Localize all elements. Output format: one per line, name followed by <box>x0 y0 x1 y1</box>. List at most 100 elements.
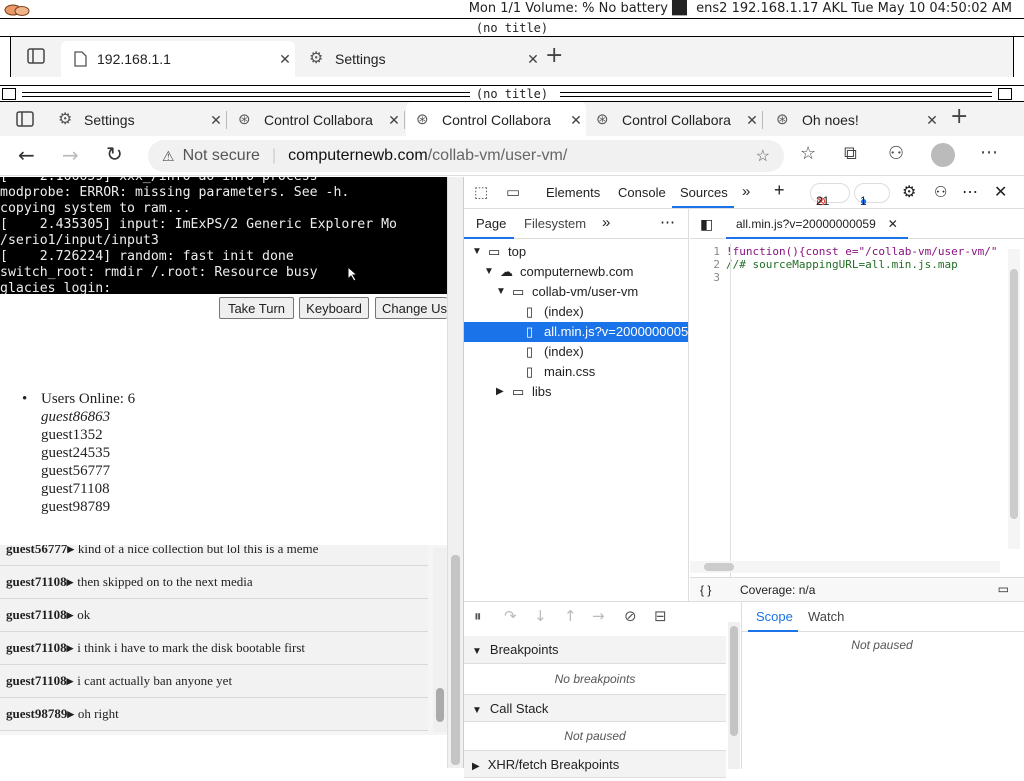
inner-tab-collab-active[interactable]: ⊛ Control Collabora ✕ <box>406 102 586 138</box>
pretty-print-button[interactable]: { } <box>700 583 711 597</box>
maximize-icon[interactable] <box>998 88 1012 100</box>
terminal-line: glacies login: <box>0 281 112 294</box>
inner-tab-collab-3[interactable]: ⊛ Control Collabora ✕ <box>586 102 763 138</box>
step-out-icon[interactable]: ↑ <box>564 607 577 625</box>
close-icon[interactable]: ✕ <box>742 112 762 129</box>
debugger-scrollbar[interactable] <box>728 622 740 769</box>
tree-file[interactable]: ▯ main.css <box>464 362 688 382</box>
keyboard-button[interactable]: Keyboard <box>299 297 369 319</box>
line-number: 1 <box>713 245 720 258</box>
sandals-icon[interactable] <box>4 2 30 17</box>
tab-watch[interactable]: Watch <box>808 609 844 624</box>
forward-icon[interactable]: → <box>62 143 79 167</box>
inner-tab-settings[interactable]: ⚙ Settings ✕ <box>48 102 227 138</box>
status-text: Mon 1/1 Volume: % No battery █▌ ens2 192… <box>468 1 1012 16</box>
system-status-bar: Mon 1/1 Volume: % No battery █▌ ens2 192… <box>0 0 1024 19</box>
pause-icon[interactable]: ⏸ <box>474 607 482 625</box>
nav-tab-filesystem[interactable]: Filesystem <box>524 216 586 231</box>
inner-tab-collab-1[interactable]: ⊛ Control Collabora ✕ <box>228 102 405 138</box>
nav-tab-page[interactable]: Page <box>476 216 506 231</box>
add-favorite-icon[interactable]: ☆ <box>756 146 770 166</box>
page-scrollbar[interactable] <box>447 177 463 768</box>
close-icon[interactable]: ✕ <box>523 51 543 68</box>
tree-node-folder[interactable]: ▼ ▭ collab-vm/user-vm <box>464 282 688 302</box>
collections-icon[interactable]: ⧉ <box>844 143 857 164</box>
tree-node-domain[interactable]: ▼ ☁ computernewb.com <box>464 262 688 282</box>
page-scroll-thumb[interactable] <box>451 555 460 765</box>
pause-on-exceptions-icon[interactable]: ⊟ <box>654 607 667 625</box>
outer-tab-192[interactable]: 192.168.1.1 ✕ <box>61 41 295 77</box>
tree-file[interactable]: ▯ (index) <box>464 342 688 362</box>
chat-scrollbar[interactable] <box>433 548 447 732</box>
errors-badge[interactable]: ⊗ 21 <box>810 183 850 208</box>
chat-scroll-thumb[interactable] <box>436 688 444 722</box>
inner-window-title: (no title) <box>469 87 555 101</box>
close-devtools-icon[interactable]: ✕ <box>994 182 1007 202</box>
tree-node-top[interactable]: ▼ ▭ top <box>464 242 688 262</box>
navigator-menu-icon[interactable]: ⋯ <box>660 213 675 231</box>
tree-file-selected[interactable]: ▯ all.min.js?v=20000000059 <box>464 322 695 342</box>
extensions-icon[interactable]: ⚇ <box>888 143 904 164</box>
security-label: Not secure <box>182 147 260 164</box>
change-username-button[interactable]: Change Us <box>375 297 447 319</box>
more-tabs-icon[interactable]: » <box>602 214 610 231</box>
take-turn-button[interactable]: Take Turn <box>219 297 294 319</box>
call-stack-section[interactable]: ▼ Call Stack <box>464 694 726 722</box>
close-icon[interactable]: ✕ <box>384 112 404 129</box>
chat-message: guest71108▸ ok <box>0 599 428 632</box>
favorites-icon[interactable]: ☆ <box>800 143 816 164</box>
tab-sources[interactable]: Sources <box>680 185 728 200</box>
back-icon[interactable]: ← <box>18 143 35 167</box>
step-over-icon[interactable]: ↷ <box>504 607 517 625</box>
tree-node-libs[interactable]: ▶ ▭ libs <box>464 382 688 402</box>
new-tab-icon[interactable]: + <box>950 104 968 129</box>
scope-status-text: Not paused <box>851 638 913 652</box>
step-into-icon[interactable]: ↓ <box>534 607 547 625</box>
more-tabs-icon[interactable]: » <box>742 183 750 200</box>
settings-gear-icon[interactable]: ⚙ <box>902 182 916 202</box>
close-icon[interactable]: ✕ <box>206 112 226 129</box>
sources-navigator: Page Filesystem » ⋯ ▼ ▭ top ▼ ☁ computernewb… <box>464 209 695 601</box>
refresh-icon[interactable]: ↻ <box>106 142 123 166</box>
vm-screen[interactable]: [ 2.166659] xxx_/info ao info processmod… <box>0 177 447 294</box>
new-tab-icon[interactable]: + <box>545 43 563 68</box>
deactivate-breakpoints-icon[interactable]: ⊘ <box>624 607 637 625</box>
close-icon[interactable]: ✕ <box>922 112 942 129</box>
close-icon[interactable]: ✕ <box>566 112 586 129</box>
close-icon[interactable]: ✕ <box>888 217 898 231</box>
chat-username: guest98789▸ <box>6 706 74 721</box>
chat-username: guest71108▸ <box>6 673 74 688</box>
terminal-line: /serio1/input/input3 <box>0 233 159 248</box>
chat-username: guest71108▸ <box>6 607 74 622</box>
xhr-breakpoints-section[interactable]: ▶ XHR/fetch Breakpoints <box>464 750 726 778</box>
outer-tab-settings[interactable]: ⚙ Settings ✕ <box>299 41 543 77</box>
editor-tab[interactable]: all.min.js?v=20000000059 ✕ <box>726 209 908 239</box>
step-icon[interactable]: → <box>592 607 605 625</box>
close-icon[interactable]: ✕ <box>275 51 295 68</box>
tab-actions-icon[interactable] <box>27 47 45 65</box>
more-menu-icon[interactable]: ⋯ <box>980 142 998 163</box>
tab-actions-icon[interactable] <box>16 110 34 128</box>
window-menu-icon[interactable] <box>2 88 16 100</box>
add-panel-icon[interactable]: + <box>774 180 785 201</box>
toggle-navigator-icon[interactable]: ◧ <box>700 216 713 233</box>
inner-tab-oh-noes[interactable]: ⊛ Oh noes! ✕ <box>766 102 942 138</box>
screenshot-icon[interactable]: ▭ <box>998 582 1009 596</box>
breakpoints-section[interactable]: ▼ Breakpoints <box>464 636 726 664</box>
editor-hscrollbar[interactable] <box>690 561 1000 573</box>
chat-text: i cant actually ban anyone yet <box>77 673 233 688</box>
tab-console[interactable]: Console <box>618 185 666 200</box>
editor-vscrollbar[interactable] <box>1008 249 1020 549</box>
profile-avatar[interactable] <box>931 143 955 167</box>
device-toggle-icon[interactable]: ▭ <box>506 183 520 201</box>
code-lines[interactable]: 1 !function(){const e="/collab-vm/user-vm… <box>690 245 1010 284</box>
messages-badge[interactable]: ● 1 <box>854 183 890 208</box>
warning-icon[interactable]: ⚠ <box>162 148 175 165</box>
tree-file[interactable]: ▯ (index) <box>464 302 688 322</box>
inspect-icon[interactable]: ⬚ <box>474 183 488 201</box>
connect-icon[interactable]: ⚇ <box>934 183 947 201</box>
url-bar[interactable]: ⚠ Not secure | computernewb.com/collab-v… <box>148 140 784 172</box>
more-options-icon[interactable]: ⋯ <box>962 182 978 202</box>
tab-scope[interactable]: Scope <box>756 609 793 624</box>
tab-elements[interactable]: Elements <box>546 185 600 200</box>
